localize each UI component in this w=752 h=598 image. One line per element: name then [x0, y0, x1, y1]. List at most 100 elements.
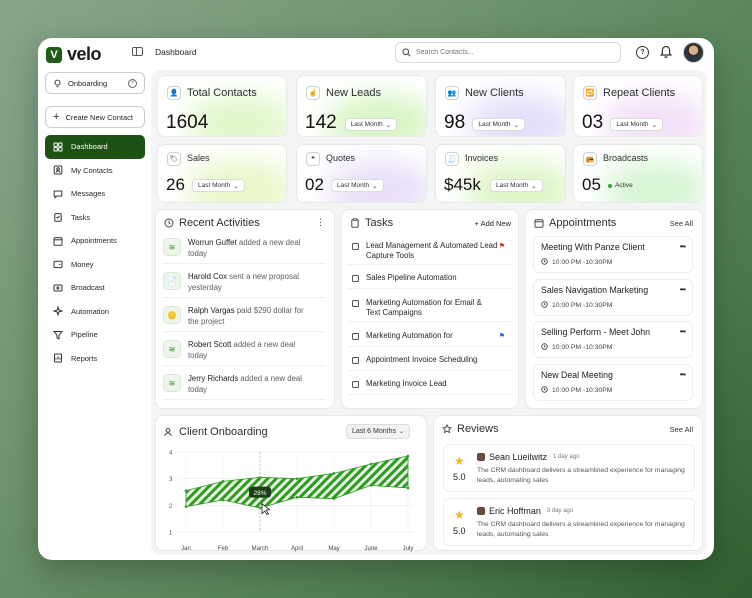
appointments-see-all[interactable]: See All: [670, 219, 693, 228]
activity-name: Ralph Vargas: [188, 306, 235, 315]
search-input[interactable]: [416, 49, 606, 56]
status-dot: [608, 183, 612, 188]
sidebar-item-messages[interactable]: Messages: [45, 182, 145, 206]
task-checkbox[interactable]: [352, 299, 359, 307]
more-options-icon[interactable]: •••: [680, 242, 686, 251]
task-item[interactable]: Marketing Automation for Email & Text Ca…: [348, 295, 511, 322]
series-point: [184, 505, 188, 508]
sidebar-item-reports[interactable]: Reports: [45, 347, 145, 371]
activity-name: Worrun Guffet: [188, 238, 237, 247]
close-icon[interactable]: ×: [128, 78, 137, 88]
stat-card-invoices[interactable]: 🧾 Invoices $45k Last Month ⌄: [435, 144, 566, 203]
stat-period-select[interactable]: Last Month ⌄: [472, 118, 526, 131]
more-options-icon[interactable]: •••: [680, 327, 686, 336]
review-card[interactable]: ★ 5.0 Eric Hoffman 3 day ago The CRM dashboa…: [443, 498, 695, 546]
sidebar-toggle-icon[interactable]: [132, 47, 143, 56]
add-task-button[interactable]: + Add New: [475, 219, 511, 228]
stat-label: Repeat Clients: [603, 87, 676, 99]
chevron-down-icon: ⌄: [513, 121, 520, 129]
stat-card-new-clients[interactable]: 👥 New Clients 98 Last Month ⌄: [435, 75, 566, 137]
review-card[interactable]: ★ 5.0 Sean Lueilwitz 1 day ago The CRM dashb…: [443, 444, 695, 492]
search-box[interactable]: [395, 42, 621, 63]
sidebar-item-broadcast[interactable]: Broadcast: [45, 276, 145, 300]
stat-value: $45k: [444, 175, 481, 194]
lead-icon: ☝: [306, 86, 320, 100]
task-item[interactable]: Marketing Automation for ⚑: [348, 328, 511, 347]
logo-mark-icon: V: [46, 46, 62, 63]
more-options-icon[interactable]: ⋮: [316, 217, 325, 228]
avatar: [477, 453, 485, 461]
sidebar-item-my-contacts[interactable]: My Contacts: [45, 159, 145, 183]
task-item[interactable]: Sales Pipeline Automation: [348, 270, 511, 289]
activity-item[interactable]: ≋ Robert Scott added a new deal today: [163, 338, 325, 366]
activity-time: the project: [188, 316, 225, 326]
sidebar-item-dashboard[interactable]: Dashboard: [45, 135, 145, 159]
star-icon: ★: [454, 508, 465, 522]
sidebar-item-appointments[interactable]: Appointments: [45, 229, 145, 253]
reviews-see-all[interactable]: See All: [670, 425, 693, 434]
series-point: [332, 472, 336, 475]
task-checkbox[interactable]: [352, 332, 359, 340]
more-options-icon[interactable]: •••: [680, 285, 686, 294]
stat-card-new-leads[interactable]: ☝ New Leads 142 Last Month ⌄: [296, 75, 427, 137]
task-checkbox[interactable]: [352, 380, 359, 388]
funnel-icon: [53, 330, 63, 340]
sidebar-item-label: My Contacts: [71, 165, 113, 175]
onboarding-filter[interactable]: Onboarding ×: [45, 72, 145, 94]
repeat-icon: 🔁: [583, 86, 597, 100]
create-contact-button[interactable]: + Create New Contact: [45, 106, 145, 128]
stat-period-select[interactable]: Last Month ⌄: [331, 179, 384, 192]
stat-period-select[interactable]: Last Month ⌄: [610, 118, 664, 131]
x-tick-label: June: [364, 546, 378, 552]
task-checkbox[interactable]: [352, 274, 359, 282]
activity-item[interactable]: 🪙 Ralph Vargas paid $290 dollar for the pr…: [163, 304, 325, 332]
stat-period-select[interactable]: Last Month ⌄: [344, 118, 398, 131]
task-item[interactable]: Marketing Invoice Lead: [348, 376, 511, 395]
users-icon: [164, 427, 172, 437]
bell-icon[interactable]: [660, 45, 672, 59]
stat-card-repeat-clients[interactable]: 🔁 Repeat Clients 03 Last Month ⌄: [573, 75, 703, 137]
activity-icon: ≋: [163, 340, 181, 358]
activity-name: Robert Scott: [188, 340, 232, 349]
sidebar-item-pipeline[interactable]: Pipeline: [45, 323, 145, 347]
more-options-icon[interactable]: •••: [680, 370, 686, 379]
series-point: [332, 497, 336, 500]
help-icon[interactable]: ?: [636, 46, 649, 59]
stat-card-sales[interactable]: 🏷 Sales 26 Last Month ⌄: [157, 144, 287, 203]
stat-period-select[interactable]: Last Month ⌄: [192, 179, 245, 192]
stat-card-broadcasts[interactable]: 📻 Broadcasts 05 Active: [573, 144, 703, 203]
chat-icon: [53, 189, 63, 199]
activity-icon: 🪙: [163, 306, 181, 324]
onboarding-range-label: Last 6 Months: [352, 428, 396, 435]
activity-time: today: [188, 248, 208, 258]
stat-card-quotes[interactable]: ❝ Quotes 02 Last Month ⌄: [296, 144, 427, 203]
stat-card-total-contacts[interactable]: 👤 Total Contacts 1604: [157, 75, 287, 137]
avatar[interactable]: [683, 42, 704, 63]
avatar: [477, 507, 485, 515]
stat-period-select[interactable]: Last Month ⌄: [490, 179, 543, 192]
onboarding-range-select[interactable]: Last 6 Months ⌄: [346, 424, 410, 439]
activity-item[interactable]: ≋ Worrun Guffet added a new deal today: [163, 236, 325, 264]
logo[interactable]: V velo: [46, 44, 102, 65]
appointment-item[interactable]: Selling Perform - Meet John 10:00 PM -10:…: [533, 321, 693, 358]
activity-item[interactable]: ≋ Jerry Richards added a new deal today: [163, 372, 325, 400]
appointment-item[interactable]: New Deal Meeting 10:00 PM -10:30PM •••: [533, 363, 693, 401]
appointment-item[interactable]: Sales Navigation Marketing 10:00 PM -10:3…: [533, 278, 693, 316]
x-tick-label: Feb: [218, 546, 229, 552]
sidebar-item-label: Money: [71, 259, 94, 269]
task-checkbox[interactable]: [352, 242, 359, 250]
invoice-icon: 🧾: [445, 152, 459, 166]
task-item[interactable]: Lead Management & Automated Lead Capture…: [348, 238, 511, 265]
sidebar-item-label: Dashboard: [71, 142, 108, 152]
review-text: The CRM dashboard delivers a streamlined…: [477, 467, 685, 484]
sidebar-item-tasks[interactable]: Tasks: [45, 206, 145, 230]
task-checkbox[interactable]: [352, 356, 359, 364]
activity-item[interactable]: 📄 Harold Cox sent a new proposal yesterday: [163, 270, 325, 298]
flag-icon: ⚑: [498, 333, 505, 340]
sidebar-item-automation[interactable]: Automation: [45, 300, 145, 324]
sidebar-item-money[interactable]: Money: [45, 253, 145, 277]
task-item[interactable]: Appointment Invoice Scheduling: [348, 352, 511, 371]
stat-value: 05: [582, 175, 601, 194]
appointment-item[interactable]: Meeting With Panze Client 10:00 PM -10:30…: [533, 236, 693, 273]
activity-name: Harold Cox: [188, 272, 227, 281]
